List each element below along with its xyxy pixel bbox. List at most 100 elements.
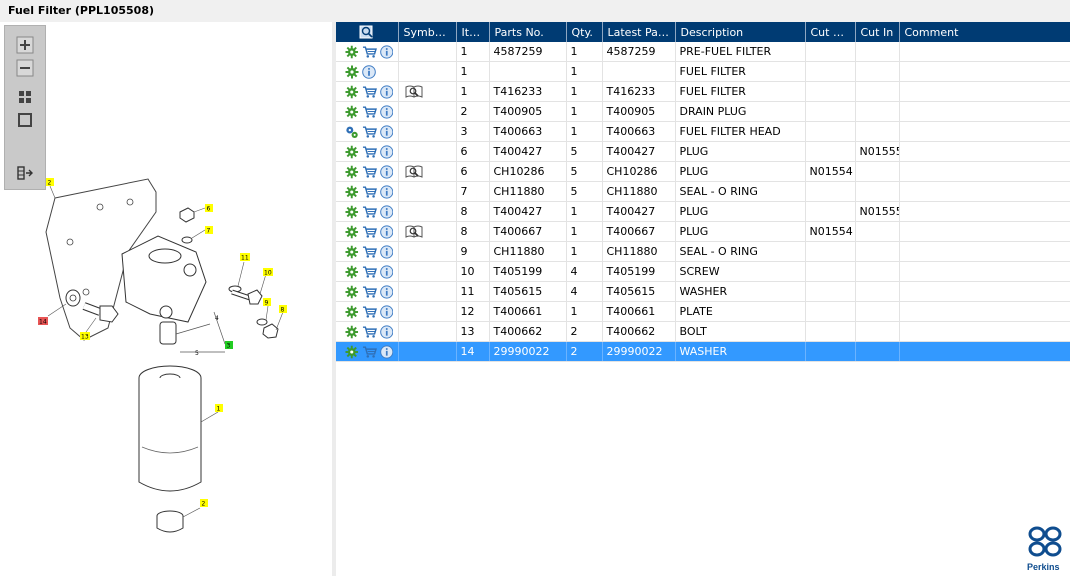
configure-gear-icon[interactable] <box>345 225 359 239</box>
cell-parts-no[interactable]: T400662 <box>489 321 567 342</box>
cell-parts-no[interactable]: T400427 <box>489 141 567 162</box>
cell-comment[interactable] <box>899 321 1070 342</box>
cell-description[interactable]: SEAL - O RING <box>675 181 806 202</box>
cell-cut-in[interactable] <box>855 281 900 302</box>
cell-qty[interactable]: 4 <box>566 281 603 302</box>
configure-gear-icon[interactable] <box>345 325 359 339</box>
cell-cut-in[interactable] <box>855 81 900 102</box>
cell-parts-no[interactable]: T400427 <box>489 201 567 222</box>
cell-qty[interactable]: 1 <box>566 221 603 242</box>
configure-gear-icon[interactable] <box>345 165 359 179</box>
configure-gear-icon[interactable] <box>345 65 359 79</box>
cell-cut-out[interactable] <box>805 301 856 322</box>
cell-cut-in[interactable] <box>855 221 900 242</box>
table-row[interactable]: 10 T405199 4 T405199 SCREW <box>336 261 1070 282</box>
cell-latest-part[interactable]: T400427 <box>602 201 676 222</box>
cell-cut-out[interactable] <box>805 341 856 362</box>
column-header-comment[interactable]: Comment <box>899 22 1070 42</box>
minus-icon[interactable] <box>16 59 34 77</box>
cell-cut-in[interactable] <box>855 181 900 202</box>
cell-description[interactable]: PLUG <box>675 141 806 162</box>
callout-11[interactable]: 11 <box>241 255 249 262</box>
column-header-latest-part[interactable]: Latest Part... <box>602 22 676 42</box>
configure-gear-icon[interactable] <box>345 245 359 259</box>
cell-item[interactable]: 11 <box>456 281 490 302</box>
cell-latest-part[interactable]: T400667 <box>602 221 676 242</box>
table-row[interactable]: 1 T416233 1 T416233 FUEL FILTER <box>336 81 1070 102</box>
table-row[interactable]: 1 1 FUEL FILTER <box>336 61 1070 82</box>
cell-cut-out[interactable] <box>805 61 856 82</box>
column-header-cut-out[interactable]: Cut Out <box>805 22 856 42</box>
cell-parts-no[interactable]: T416233 <box>489 81 567 102</box>
cell-cut-in[interactable] <box>855 101 900 122</box>
column-header-actions[interactable] <box>336 22 399 42</box>
cell-qty[interactable]: 1 <box>566 42 603 62</box>
cell-item[interactable]: 8 <box>456 201 490 222</box>
add-to-cart-icon[interactable] <box>362 145 377 159</box>
info-icon[interactable] <box>380 304 394 319</box>
cell-comment[interactable] <box>899 101 1070 122</box>
configure-gear-icon[interactable] <box>345 345 359 359</box>
cell-comment[interactable] <box>899 341 1070 362</box>
cell-cut-out[interactable]: N01554 <box>805 221 856 242</box>
cell-parts-no[interactable]: T405199 <box>489 261 567 282</box>
column-header-symbols[interactable]: Symbol(s) <box>398 22 457 42</box>
table-row[interactable]: 13 T400662 2 T400662 BOLT <box>336 321 1070 342</box>
cell-item[interactable]: 14 <box>456 341 490 362</box>
cell-cut-out[interactable]: N01554 <box>805 161 856 182</box>
illustration-symbol-icon[interactable] <box>405 225 423 239</box>
add-to-cart-icon[interactable] <box>362 185 377 199</box>
add-to-cart-icon[interactable] <box>362 45 377 59</box>
cell-description[interactable]: SCREW <box>675 261 806 282</box>
plus-icon[interactable] <box>16 36 34 54</box>
cell-comment[interactable] <box>899 241 1070 262</box>
callout-9[interactable]: 9 <box>265 300 269 307</box>
cell-item[interactable]: 9 <box>456 241 490 262</box>
configure-gear-icon[interactable] <box>345 85 359 99</box>
cell-item[interactable]: 8 <box>456 221 490 242</box>
cell-cut-out[interactable] <box>805 261 856 282</box>
callout-2a[interactable]: 2 <box>48 180 52 187</box>
info-icon[interactable] <box>380 84 394 99</box>
cell-parts-no[interactable]: CH11880 <box>489 241 567 262</box>
callout-10[interactable]: 10 <box>264 270 272 277</box>
cell-comment[interactable] <box>899 261 1070 282</box>
add-to-cart-icon[interactable] <box>362 85 377 99</box>
cell-latest-part[interactable]: T405615 <box>602 281 676 302</box>
cell-cut-in[interactable] <box>855 341 900 362</box>
cell-parts-no[interactable]: CH10286 <box>489 161 567 182</box>
cell-description[interactable]: SEAL - O RING <box>675 241 806 262</box>
callout-2b[interactable]: 2 <box>202 501 206 508</box>
callout-3[interactable]: 3 <box>227 343 231 350</box>
table-row[interactable]: 8 T400427 1 T400427 PLUG N01555 <box>336 201 1070 222</box>
cell-description[interactable]: DRAIN PLUG <box>675 101 806 122</box>
add-to-cart-icon[interactable] <box>362 125 377 139</box>
sub-assembly-gears-icon[interactable] <box>345 125 359 139</box>
add-to-cart-icon[interactable] <box>362 265 377 279</box>
cell-qty[interactable]: 2 <box>566 341 603 362</box>
add-to-cart-icon[interactable] <box>362 245 377 259</box>
column-header-description[interactable]: Description <box>675 22 806 42</box>
cell-comment[interactable] <box>899 161 1070 182</box>
cell-comment[interactable] <box>899 81 1070 102</box>
cell-comment[interactable] <box>899 42 1070 62</box>
info-icon[interactable] <box>380 124 394 139</box>
cell-cut-in[interactable] <box>855 121 900 142</box>
column-header-qty[interactable]: Qty. <box>566 22 603 42</box>
cell-cut-out[interactable] <box>805 181 856 202</box>
cell-parts-no[interactable]: T400663 <box>489 121 567 142</box>
cell-item[interactable]: 6 <box>456 141 490 162</box>
cell-comment[interactable] <box>899 301 1070 322</box>
square-icon[interactable] <box>16 111 34 129</box>
illustration-symbol-icon[interactable] <box>405 85 423 99</box>
cell-cut-in[interactable] <box>855 321 900 342</box>
cell-item[interactable]: 2 <box>456 101 490 122</box>
configure-gear-icon[interactable] <box>345 105 359 119</box>
table-row[interactable]: 2 T400905 1 T400905 DRAIN PLUG <box>336 101 1070 122</box>
cell-cut-out[interactable] <box>805 42 856 62</box>
cell-parts-no[interactable]: 4587259 <box>489 42 567 62</box>
table-row[interactable]: 8 T400667 1 T400667 PLUG N01554 <box>336 221 1070 242</box>
info-icon[interactable] <box>380 344 394 359</box>
cell-qty[interactable]: 1 <box>566 81 603 102</box>
add-to-cart-icon[interactable] <box>362 225 377 239</box>
